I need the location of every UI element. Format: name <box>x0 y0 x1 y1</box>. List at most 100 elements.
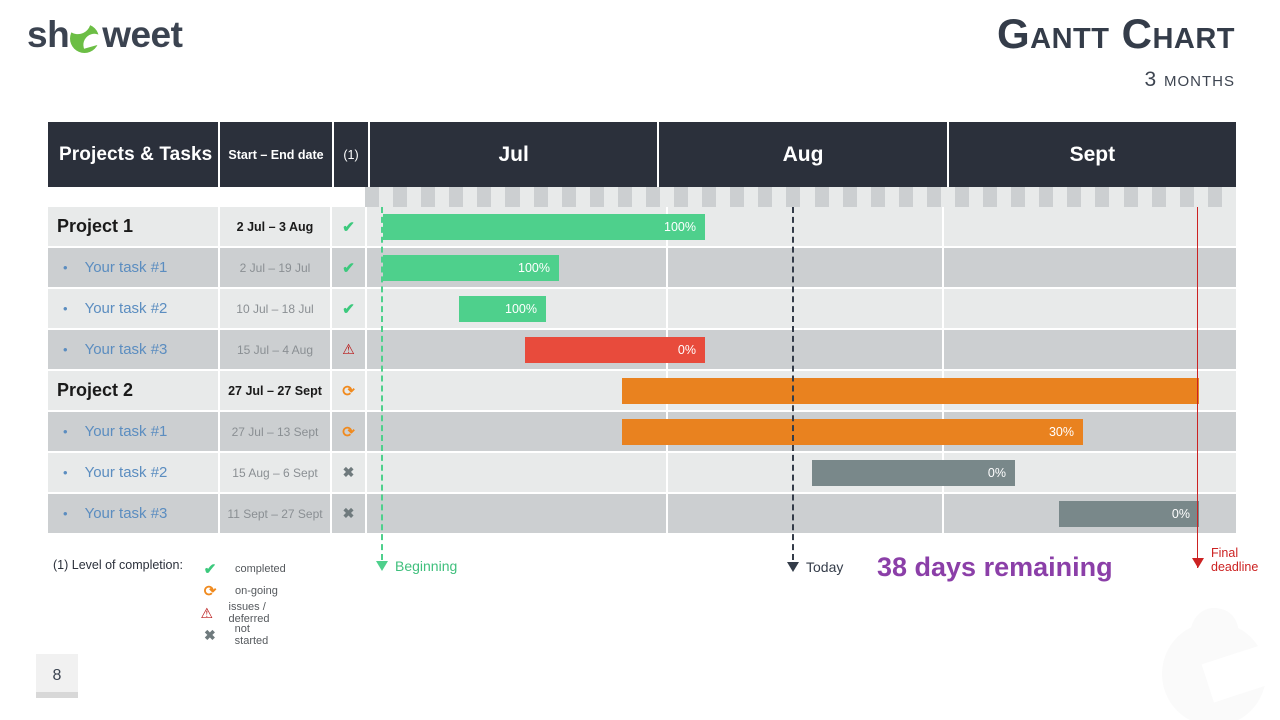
day-tick <box>604 187 618 207</box>
row-name-cell: • Your task #2 <box>48 289 218 330</box>
bullet-icon: • <box>63 465 68 480</box>
row-dates: 10 Jul – 18 Jul <box>236 301 314 316</box>
day-tick <box>379 187 393 207</box>
marker-final-deadline: Final deadline <box>1192 546 1258 574</box>
row-name-cell: • Your task #3 <box>48 494 218 535</box>
row-dates: 27 Jul – 13 Sept <box>231 424 319 439</box>
day-tick <box>1109 187 1123 207</box>
row-dates-cell: 2 Jul – 19 Jul <box>218 248 330 289</box>
gantt-bar[interactable]: 100% <box>383 214 705 240</box>
day-tick <box>842 187 857 207</box>
logo-text-end: weet <box>102 14 183 55</box>
marker-deadline-line2: deadline <box>1211 560 1259 574</box>
gantt-bar[interactable]: 30% <box>622 419 1083 445</box>
project-label: Project 1 <box>57 216 134 236</box>
row-timeline-track: 100% <box>365 207 1236 248</box>
row-timeline-track: 30% <box>365 412 1236 453</box>
day-tick <box>1123 187 1138 207</box>
day-tick <box>576 187 590 207</box>
row-dates-cell: 10 Jul – 18 Jul <box>218 289 330 330</box>
day-tick <box>421 187 436 207</box>
marker-beginning-label: Beginning <box>395 558 458 574</box>
month-divider <box>942 330 944 369</box>
task-label[interactable]: Your task #3 <box>85 341 168 358</box>
gantt-bar[interactable]: 0% <box>1059 501 1199 527</box>
gantt-bar-percent: 100% <box>505 302 537 316</box>
showeet-logo: sh weet <box>27 14 183 56</box>
gantt-bar[interactable] <box>622 378 1199 404</box>
task-label[interactable]: Your task #1 <box>85 259 168 276</box>
task-label[interactable]: Your task #1 <box>85 423 168 440</box>
row-status-cell: ✖ <box>330 494 365 535</box>
task-row[interactable]: • Your task #2 10 Jul – 18 Jul ✔ 100% <box>48 289 1236 330</box>
task-row[interactable]: • Your task #1 27 Jul – 13 Sept ⟳ 30% <box>48 412 1236 453</box>
check-icon: ✔ <box>342 300 355 318</box>
task-label[interactable]: Your task #2 <box>85 300 168 317</box>
legend-item: ⟳ on-going <box>199 580 286 602</box>
arrow-down-icon <box>787 562 799 572</box>
gantt-bar-percent: 0% <box>677 343 696 357</box>
day-tick <box>365 187 380 207</box>
row-dates-cell: 27 Jul – 13 Sept <box>218 412 330 453</box>
day-tick <box>730 187 745 207</box>
legend-item-label: on-going <box>235 585 278 597</box>
day-tick <box>926 187 941 207</box>
column-header-flag: (1) <box>332 122 368 187</box>
day-tick <box>1095 187 1110 207</box>
month-divider <box>666 289 668 328</box>
day-tick <box>772 187 786 207</box>
task-row[interactable]: • Your task #2 15 Aug – 6 Sept ✖ 0% <box>48 453 1236 494</box>
row-dates: 15 Aug – 6 Sept <box>232 465 318 480</box>
row-dates-cell: 15 Jul – 4 Aug <box>218 330 330 371</box>
arrow-down-icon <box>376 561 388 571</box>
project-row[interactable]: Project 2 27 Jul – 27 Sept ⟳ <box>48 371 1236 412</box>
gantt-bar[interactable]: 0% <box>812 460 1015 486</box>
warning-icon: ⚠ <box>200 604 214 621</box>
row-dates: 15 Jul – 4 Aug <box>236 342 314 357</box>
column-header-month-sept: Sept <box>946 122 1236 187</box>
day-tick <box>491 187 505 207</box>
gantt-bar[interactable]: 100% <box>459 296 546 322</box>
task-label[interactable]: Your task #3 <box>85 505 168 522</box>
legend-item: ⚠ issues / deferred <box>199 601 286 625</box>
row-name-cell: Project 1 <box>48 207 218 248</box>
row-timeline-track: 100% <box>365 289 1236 330</box>
task-row[interactable]: • Your task #1 2 Jul – 19 Jul ✔ 100% <box>48 248 1236 289</box>
gantt-bar[interactable]: 100% <box>383 255 559 281</box>
check-icon: ✔ <box>203 561 217 578</box>
gantt-bar[interactable]: 0% <box>525 337 705 363</box>
marker-deadline-label: Final deadline <box>1211 546 1258 574</box>
row-dates: 2 Jul – 3 Aug <box>236 219 314 234</box>
day-tick <box>1011 187 1026 207</box>
row-name-cell: Project 2 <box>48 371 218 412</box>
project-row[interactable]: Project 1 2 Jul – 3 Aug ✔ 100% <box>48 207 1236 248</box>
day-tick <box>913 187 927 207</box>
row-timeline-track: 0% <box>365 453 1236 494</box>
day-tick <box>758 187 773 207</box>
gantt-bar-percent: 100% <box>518 261 550 275</box>
row-timeline-track: 0% <box>365 330 1236 371</box>
column-header-name: Projects & Tasks <box>48 122 218 187</box>
logo-leaf-icon <box>64 14 106 53</box>
legend-item-label: not started <box>234 623 269 647</box>
gantt-chart: Projects & Tasks Start – End date (1) Ju… <box>48 122 1236 535</box>
day-tick <box>435 187 449 207</box>
cross-icon: ✖ <box>203 626 216 643</box>
gantt-bar-percent: 100% <box>664 220 696 234</box>
month-divider <box>942 289 944 328</box>
day-tick <box>449 187 464 207</box>
legend-item: ✖ not started <box>199 623 286 647</box>
redo-icon: ⟳ <box>342 423 355 441</box>
day-tick <box>814 187 829 207</box>
row-dates-cell: 11 Sept – 27 Sept <box>218 494 330 535</box>
bullet-icon: • <box>63 342 68 357</box>
column-header-dates: Start – End date <box>218 122 332 187</box>
day-tick <box>617 187 632 207</box>
redo-icon: ⟳ <box>342 382 355 400</box>
task-row[interactable]: • Your task #3 15 Jul – 4 Aug ⚠ 0% <box>48 330 1236 371</box>
gantt-rows: Project 1 2 Jul – 3 Aug ✔ 100% • Your task #1… <box>48 207 1236 535</box>
task-label[interactable]: Your task #2 <box>85 464 168 481</box>
task-row[interactable]: • Your task #3 11 Sept – 27 Sept ✖ 0% <box>48 494 1236 535</box>
day-tick <box>829 187 843 207</box>
day-tick <box>660 187 674 207</box>
